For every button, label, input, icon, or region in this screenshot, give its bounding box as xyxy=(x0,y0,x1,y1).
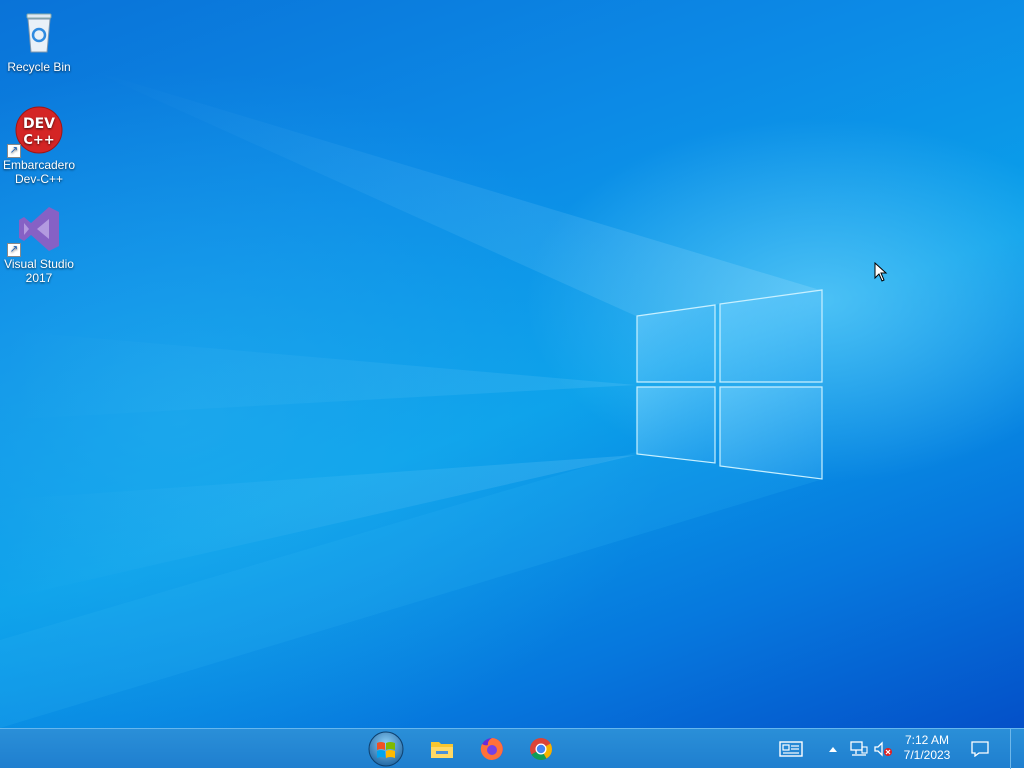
network-icon xyxy=(850,741,868,756)
desktop-icon-label: Dev-C++ xyxy=(14,172,64,186)
desktop-icon-recycle-bin[interactable]: Recycle Bin xyxy=(0,8,78,74)
desktop-icon-label: Embarcadero xyxy=(2,158,76,172)
recycle-bin-icon xyxy=(15,8,63,56)
wallpaper-light-beams xyxy=(0,70,823,728)
dev-cpp-glyph-text-2: C++ xyxy=(23,133,54,148)
start-button[interactable] xyxy=(364,729,408,769)
volume-muted-icon xyxy=(874,741,892,757)
action-center-icon xyxy=(971,741,989,757)
taskbar: 7:12 AM 7/1/2023 xyxy=(0,728,1024,769)
volume-button[interactable] xyxy=(872,729,894,769)
chrome-icon xyxy=(530,738,552,760)
clock-date: 7/1/2023 xyxy=(903,748,951,762)
desktop-icon-label: Recycle Bin xyxy=(7,60,71,74)
clock-time: 7:12 AM xyxy=(904,733,950,747)
desktop: Recycle Bin DEV C++ ↗ Embarcadero Dev-C+… xyxy=(0,0,1024,728)
visual-studio-icon: ↗ xyxy=(7,205,63,257)
network-button[interactable] xyxy=(848,729,870,769)
file-explorer-icon xyxy=(431,742,453,758)
news-widget-icon xyxy=(779,741,803,757)
start-orb-icon xyxy=(368,731,404,767)
chevron-up-icon xyxy=(829,747,837,752)
taskbar-file-explorer[interactable] xyxy=(420,729,464,769)
desktop-icon-label: Visual Studio xyxy=(4,257,74,271)
taskbar-firefox[interactable] xyxy=(470,729,514,769)
desktop-icon-label: 2017 xyxy=(25,271,53,285)
shortcut-arrow-icon: ↗ xyxy=(7,144,21,158)
shortcut-arrow-icon: ↗ xyxy=(7,243,21,257)
desktop-icon-visual-studio[interactable]: ↗ Visual Studio 2017 xyxy=(0,205,78,285)
news-widget-button[interactable] xyxy=(776,729,806,769)
mouse-cursor-icon xyxy=(874,262,888,282)
show-desktop-button[interactable] xyxy=(1010,729,1024,769)
taskbar-chrome[interactable] xyxy=(519,729,563,769)
firefox-icon xyxy=(480,738,503,760)
action-center-button[interactable] xyxy=(966,729,994,769)
taskbar-clock[interactable]: 7:12 AM 7/1/2023 xyxy=(896,733,958,763)
tray-overflow-button[interactable] xyxy=(826,729,840,769)
desktop-icon-dev-cpp[interactable]: DEV C++ ↗ Embarcadero Dev-C++ xyxy=(0,106,78,186)
dev-cpp-icon: DEV C++ ↗ xyxy=(7,106,63,158)
dev-cpp-glyph-text: DEV xyxy=(23,116,55,132)
